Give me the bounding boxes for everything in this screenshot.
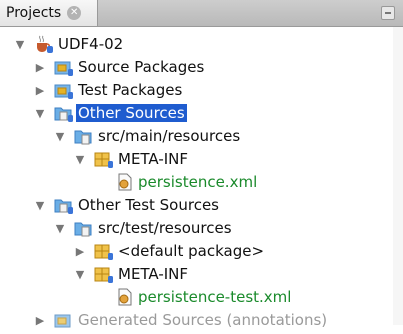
tree-node[interactable]: persistence-test.xml [94, 285, 293, 309]
scrollbar[interactable] [393, 27, 403, 325]
tree-node-label: src/test/resources [98, 219, 232, 237]
tree-node-label: Other Sources [76, 104, 187, 122]
tree-node[interactable]: ▶ <default package> [74, 239, 266, 263]
package-icon [94, 149, 114, 169]
generated-sources-icon [54, 310, 74, 330]
package-icon [94, 241, 114, 261]
tree-node[interactable]: persistence.xml [94, 170, 259, 194]
close-icon[interactable]: ✕ [67, 6, 82, 20]
collapse-arrow-icon[interactable]: ▶ [74, 245, 86, 258]
tree-node-label: Generated Sources (annotations) [78, 311, 328, 329]
tree-node-label: Test Packages [78, 81, 183, 99]
tab-projects[interactable]: Projects ✕ [0, 0, 98, 26]
tree-node[interactable]: ▼ src/test/resources [54, 216, 234, 240]
expand-arrow-icon[interactable]: ▼ [54, 222, 66, 235]
tree-node[interactable]: ▼ META-INF [74, 147, 190, 171]
tree-node-label: <default package> [118, 242, 265, 260]
package-icon [94, 264, 114, 284]
project-cup-icon [34, 34, 54, 54]
other-sources-folder-icon [54, 103, 74, 123]
expand-arrow-icon[interactable]: ▼ [74, 268, 86, 281]
expand-arrow-icon[interactable]: ▼ [14, 38, 26, 51]
expand-arrow-icon[interactable]: ▼ [74, 153, 86, 166]
tree-node[interactable]: ▼ src/main/resources [54, 124, 242, 148]
other-test-sources-folder-icon [54, 195, 74, 215]
tab-projects-label: Projects [6, 5, 62, 21]
tree-node[interactable]: ▶ Test Packages [34, 78, 184, 102]
tree-node[interactable]: ▶ Source Packages [34, 55, 206, 79]
tree-node-label: persistence-test.xml [138, 288, 292, 306]
xml-file-icon [114, 287, 134, 307]
tree-node[interactable]: ▼ Other Sources [34, 101, 187, 125]
collapse-arrow-icon[interactable]: ▶ [34, 61, 46, 74]
tree-node-label: Other Test Sources [78, 196, 219, 214]
tree-node-label: META-INF [118, 265, 189, 283]
tree-node-label: META-INF [118, 150, 189, 168]
expand-arrow-icon[interactable]: ▼ [34, 107, 46, 120]
expand-arrow-icon[interactable]: ▼ [54, 130, 66, 143]
tree-node[interactable]: ▼ Other Test Sources [34, 193, 221, 217]
expand-arrow-icon[interactable]: ▼ [34, 199, 46, 212]
resources-folder-icon [74, 218, 94, 238]
source-packages-icon [54, 57, 74, 77]
tree-node[interactable]: ▶ Generated Sources (annotations) [34, 308, 329, 332]
projects-panel: Projects ✕ ▼ UDF4-02 ▶ Source Packages ▶ T… [0, 0, 403, 329]
tree-node-label: UDF4-02 [58, 35, 124, 53]
tree-node-label: Source Packages [78, 58, 205, 76]
tree-node-label: persistence.xml [138, 173, 258, 191]
tree-node[interactable]: ▼ UDF4-02 [14, 32, 125, 56]
test-packages-icon [54, 80, 74, 100]
collapse-arrow-icon[interactable]: ▶ [34, 84, 46, 97]
xml-file-icon [114, 172, 134, 192]
tab-bar: Projects ✕ [0, 0, 403, 27]
resources-folder-icon [74, 126, 94, 146]
tree-node-label: src/main/resources [98, 127, 241, 145]
minimize-icon[interactable] [381, 6, 395, 20]
tree-node[interactable]: ▼ META-INF [74, 262, 190, 286]
